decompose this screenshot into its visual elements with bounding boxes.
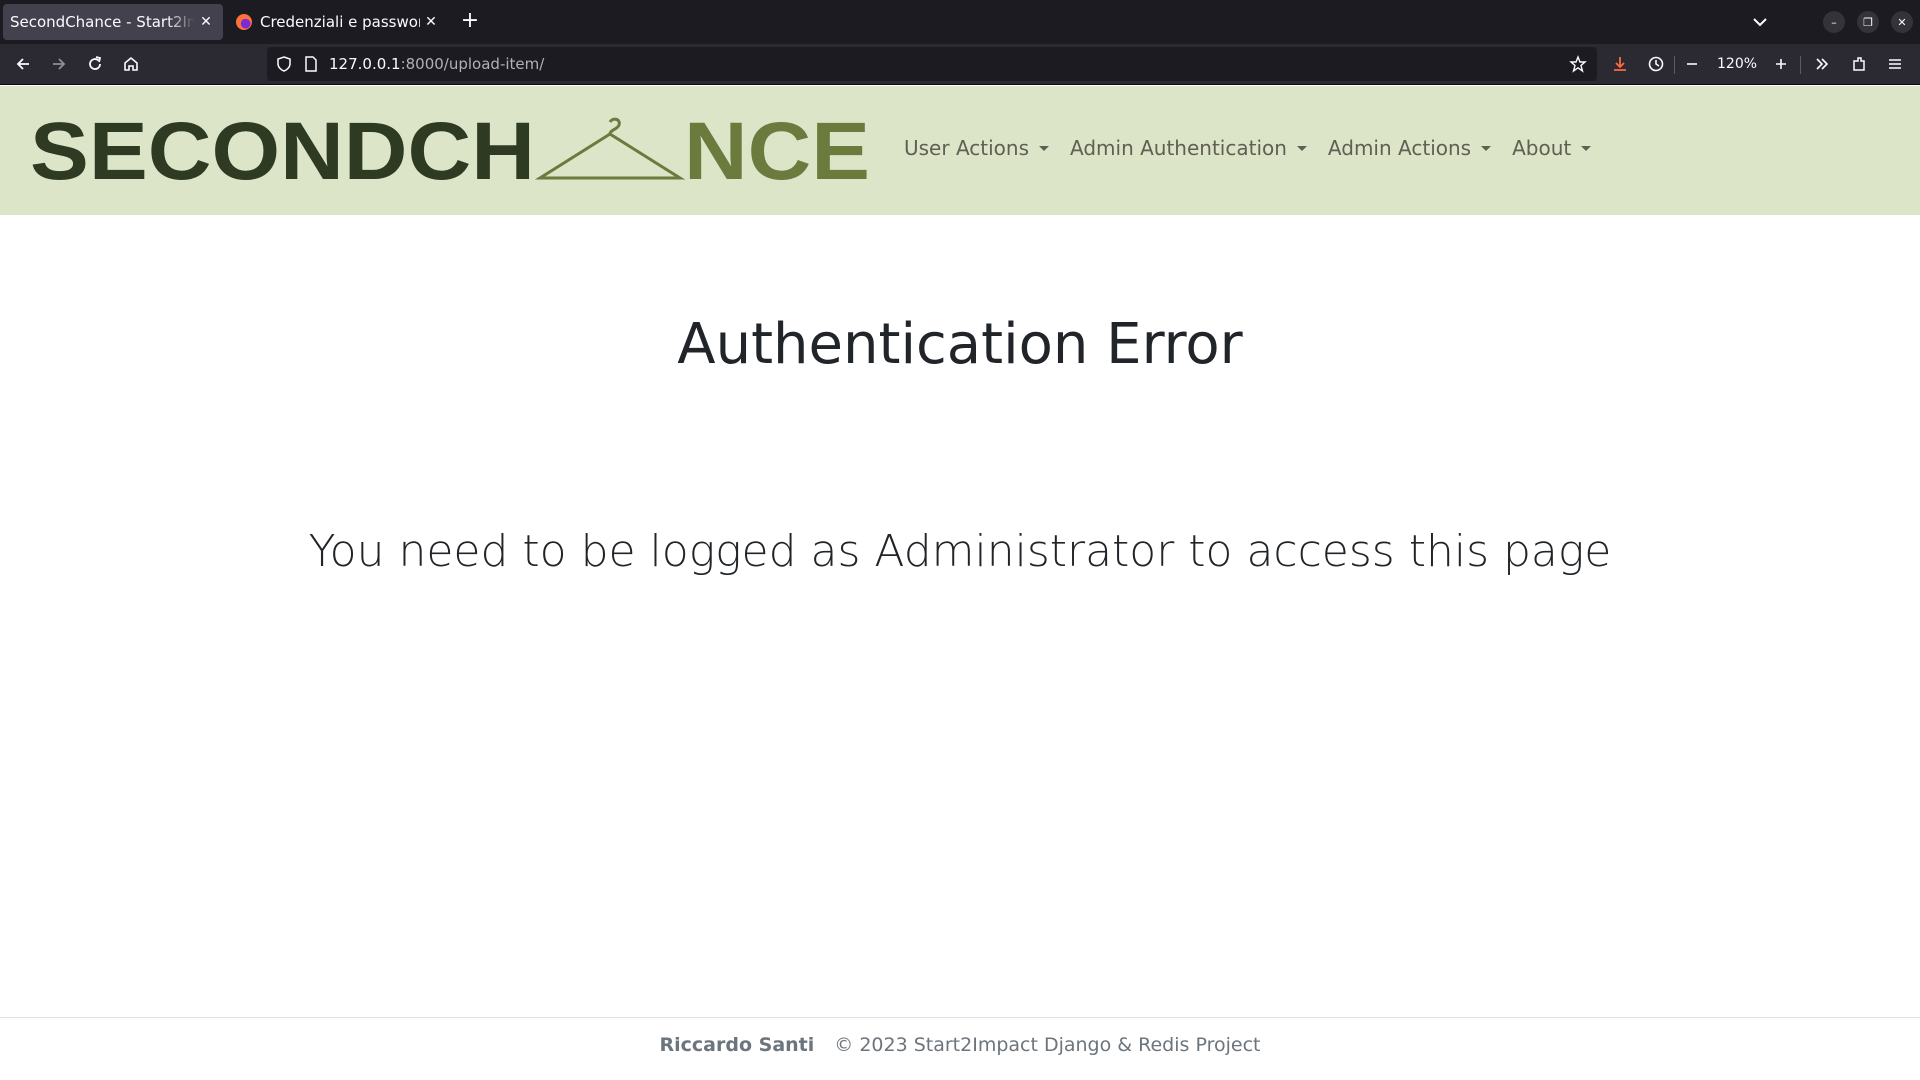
extensions-icon[interactable] bbox=[1846, 51, 1872, 77]
secondchance-logo[interactable]: SECONDCH NCE bbox=[30, 116, 870, 186]
reload-icon[interactable] bbox=[82, 51, 108, 77]
zoom-in-icon[interactable] bbox=[1768, 51, 1794, 77]
site-header: SECONDCH NCE User Actions Admin Authenti… bbox=[0, 86, 1920, 215]
browser-toolbar: 127.0.0.1:8000/upload-item/ 120% bbox=[0, 44, 1920, 85]
caret-down-icon bbox=[1296, 145, 1307, 151]
hanger-icon bbox=[534, 117, 686, 180]
restore-icon[interactable]: ❐ bbox=[1857, 11, 1879, 33]
logo-text-light: NCE bbox=[684, 116, 870, 186]
tab-credentials[interactable]: Credenziali e password ✕ bbox=[226, 4, 448, 40]
toolbar-divider bbox=[1800, 56, 1801, 74]
menu-icon[interactable] bbox=[1882, 51, 1908, 77]
url-host: 127.0.0.1 bbox=[329, 55, 401, 73]
logo-text-dark: SECONDCH bbox=[30, 116, 535, 186]
bookmark-star-icon[interactable] bbox=[1569, 55, 1587, 77]
tab-label: Credenziali e password bbox=[260, 13, 420, 31]
new-tab-icon[interactable]: + bbox=[458, 10, 482, 34]
nav-user-actions[interactable]: User Actions bbox=[904, 136, 1049, 160]
url-path: :8000/upload-item/ bbox=[400, 55, 545, 73]
download-icon[interactable] bbox=[1607, 51, 1633, 77]
nav-label: Admin Authentication bbox=[1070, 136, 1287, 160]
nav-admin-actions[interactable]: Admin Actions bbox=[1327, 136, 1492, 160]
url-bar[interactable]: 127.0.0.1:8000/upload-item/ bbox=[267, 47, 1597, 81]
footer-copyright: © 2023 Start2Impact Django & Redis Proje… bbox=[834, 1034, 1261, 1056]
zoom-out-icon[interactable] bbox=[1679, 51, 1705, 77]
caret-down-icon bbox=[1039, 145, 1049, 151]
nav-admin-authentication[interactable]: Admin Authentication bbox=[1070, 136, 1307, 160]
zoom-level[interactable]: 120% bbox=[1717, 56, 1757, 72]
home-icon[interactable] bbox=[118, 51, 144, 77]
close-tab-icon[interactable]: ✕ bbox=[195, 11, 217, 33]
tab-label: SecondChance - Start2Impact bbox=[10, 13, 195, 31]
site-nav: User Actions Admin Authentication Admin … bbox=[904, 136, 1612, 160]
firefox-icon bbox=[236, 14, 252, 30]
nav-label: User Actions bbox=[904, 136, 1029, 160]
shield-icon[interactable] bbox=[275, 55, 293, 77]
back-icon[interactable] bbox=[10, 51, 36, 77]
history-icon[interactable] bbox=[1643, 51, 1669, 77]
minimize-icon[interactable]: – bbox=[1823, 11, 1845, 33]
caret-down-icon bbox=[1481, 145, 1492, 151]
toolbar-divider bbox=[1674, 56, 1675, 74]
url-text[interactable]: 127.0.0.1:8000/upload-item/ bbox=[329, 55, 544, 73]
close-window-icon[interactable]: ✕ bbox=[1891, 11, 1913, 33]
nav-about[interactable]: About bbox=[1512, 136, 1592, 160]
close-tab-icon[interactable]: ✕ bbox=[420, 11, 442, 33]
caret-down-icon bbox=[1581, 145, 1592, 151]
tab-bar: SecondChance - Start2Impact ✕ Credenzial… bbox=[0, 0, 1920, 44]
nav-label: About bbox=[1512, 136, 1572, 160]
tab-secondchance[interactable]: SecondChance - Start2Impact ✕ bbox=[3, 4, 223, 40]
footer-author: Riccardo Santi bbox=[659, 1034, 815, 1056]
page-icon[interactable] bbox=[303, 55, 319, 77]
error-message: You need to be logged as Administrator t… bbox=[308, 526, 1612, 577]
page-title: Authentication Error bbox=[677, 312, 1243, 377]
forward-icon[interactable] bbox=[46, 51, 72, 77]
nav-label: Admin Actions bbox=[1327, 136, 1472, 160]
overflow-chevrons-icon[interactable] bbox=[1809, 51, 1835, 77]
chevron-down-icon[interactable] bbox=[1748, 10, 1772, 34]
footer: Riccardo Santi © 2023 Start2Impact Djang… bbox=[0, 1017, 1920, 1080]
